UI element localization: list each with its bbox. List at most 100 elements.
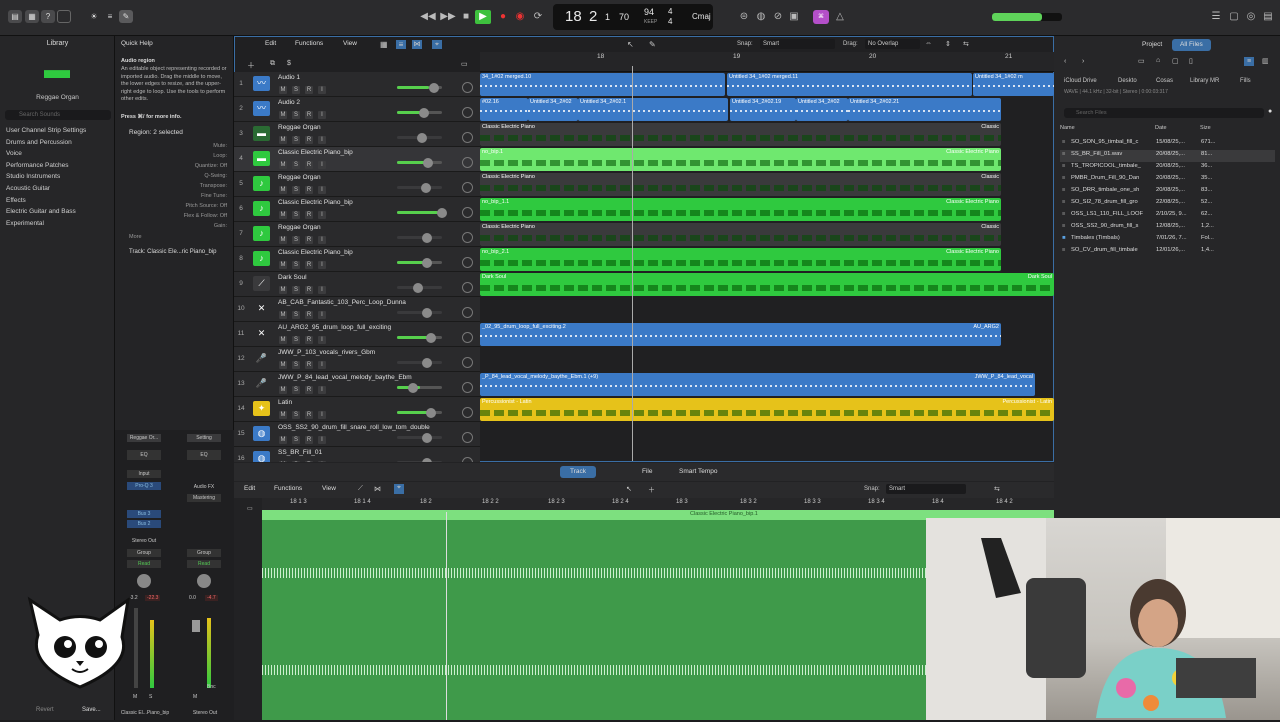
track-header[interactable]: 12 🎤 JWW_P_103_vocals_rivers_Gbm M S R I: [234, 347, 480, 372]
region-param[interactable]: Quantize: Off: [129, 163, 227, 169]
file-row[interactable]: ≡ OSS_SS2_90_drum_fill_s 12/08/25,... 1,2..…: [1060, 222, 1275, 234]
solo-button[interactable]: S: [292, 261, 300, 269]
region[interactable]: _02_95_drum_loop_full_exciting.2 AU_ARG2: [480, 323, 1001, 346]
region[interactable]: Classic Electric Piano Classic: [480, 223, 1001, 246]
loop-browser-icon[interactable]: ◎: [1243, 10, 1259, 24]
mute-button[interactable]: M: [279, 336, 287, 344]
track-lane[interactable]: no_bip_2.1 Classic Electric Piano: [480, 247, 1054, 272]
pan-knob[interactable]: [462, 232, 473, 243]
list-editors-icon[interactable]: ☰: [1208, 10, 1224, 24]
horizontal-zoom-icon[interactable]: ⇆: [963, 40, 969, 48]
vertical-zoom-icon[interactable]: ⇕: [945, 40, 951, 48]
grid-icon[interactable]: ▦: [380, 40, 390, 49]
volume-knob[interactable]: [422, 358, 433, 368]
region-param[interactable]: Mute:: [129, 143, 227, 149]
volume-knob[interactable]: [418, 108, 429, 118]
region[interactable]: Untitled 34_1#02 merged.11: [727, 73, 972, 96]
input-monitor-button[interactable]: I: [318, 286, 326, 294]
editor-zoom-icon[interactable]: ⇆: [994, 485, 1000, 493]
editor-ruler[interactable]: 18 1 3 18 1 4 18 2 18 2 2 18 2 3 18 2 4 18 3 18…: [262, 498, 1054, 510]
solo-button[interactable]: S: [292, 136, 300, 144]
track-options-icon[interactable]: ⧉: [270, 60, 275, 68]
clear-search-icon[interactable]: ●: [1268, 108, 1272, 115]
region[interactable]: no_bip_1.1 Classic Electric Piano: [480, 198, 1001, 221]
input-monitor-button[interactable]: I: [318, 136, 326, 144]
library-category[interactable]: Drums and Percussion: [6, 139, 72, 146]
volume-fader[interactable]: [397, 436, 442, 439]
solo-button[interactable]: S: [292, 336, 300, 344]
column-view-icon[interactable]: ▥: [1262, 57, 1269, 65]
editor-snap-icon[interactable]: ⌖: [394, 484, 404, 494]
flex-icon[interactable]: ⋈: [412, 40, 422, 49]
file-row[interactable]: ■ Timbales (Timbals) 7/01/26, 7... Fol...: [1060, 234, 1275, 246]
file-row[interactable]: ≡ SO_SI2_78_drum_fill_gro 22/08/25,... 52..…: [1060, 198, 1275, 210]
metronome-count-icon[interactable]: ⌘: [813, 10, 829, 24]
pan-knob[interactable]: [462, 432, 473, 443]
input-monitor-button[interactable]: I: [318, 361, 326, 369]
library-category[interactable]: Performance Patches: [6, 162, 69, 169]
add-track-icon[interactable]: ＋: [247, 60, 255, 71]
solo-button[interactable]: S: [292, 411, 300, 419]
tab-smart-tempo[interactable]: Smart Tempo: [669, 466, 728, 478]
pan-knob[interactable]: [462, 182, 473, 193]
volume-fader[interactable]: [397, 186, 442, 189]
solo-button[interactable]: S: [292, 386, 300, 394]
mute-button[interactable]: M: [279, 236, 287, 244]
region-param[interactable]: Pitch Source: Off: [129, 203, 227, 209]
region-param[interactable]: Transpose:: [129, 183, 227, 189]
region-param[interactable]: Q-Swing:: [129, 173, 227, 179]
region[interactable]: Percussionist - Latin Percussionist - Lat…: [480, 398, 1054, 421]
toolbar-icon[interactable]: [57, 10, 71, 23]
track-header[interactable]: 8 ♪ Classic Electric Piano_bip M S R I: [234, 247, 480, 272]
mute-button[interactable]: M: [279, 436, 287, 444]
editor-playhead[interactable]: [446, 512, 447, 720]
pan-knob[interactable]: [462, 382, 473, 393]
col-name[interactable]: Name: [1060, 125, 1075, 131]
strip2-setting[interactable]: Setting: [187, 434, 221, 442]
record-enable-button[interactable]: R: [305, 236, 313, 244]
record-enable-button[interactable]: R: [305, 286, 313, 294]
track-lane[interactable]: [480, 297, 1054, 322]
track-name[interactable]: Classic Electric Piano_bip: [278, 149, 353, 156]
track-lane[interactable]: 34_1#02 merged.10 Untitled 34_1#02 merged…: [480, 72, 1054, 97]
tracks-functions-menu[interactable]: Functions: [295, 40, 323, 47]
mute-button[interactable]: M: [279, 211, 287, 219]
file-row[interactable]: ≡ OSS_LS1_110_FILL_LOOF 2/10/25, 9... 62...: [1060, 210, 1275, 222]
track-name[interactable]: Reggae Organ: [278, 224, 321, 231]
file-row[interactable]: ≡ TS_TROPICOOL_timbale_ 20/08/25,... 36...: [1060, 162, 1275, 174]
editor-view-menu[interactable]: View: [322, 485, 336, 492]
editors-icon[interactable]: ✎: [119, 10, 133, 23]
input-monitor-button[interactable]: I: [318, 211, 326, 219]
strip2-pan-knob[interactable]: [197, 574, 211, 588]
strip1-bus3[interactable]: Bus 3: [127, 510, 161, 518]
volume-knob[interactable]: [413, 283, 424, 293]
strip1-solo[interactable]: S: [149, 694, 152, 700]
track-header[interactable]: 6 ♪ Classic Electric Piano_bip M S R I: [234, 197, 480, 222]
track-header[interactable]: 4 ▬ Classic Electric Piano_bip M S R I: [234, 147, 480, 172]
strip1-plugin[interactable]: Pro-Q 3: [127, 482, 161, 490]
solo-button[interactable]: S: [292, 286, 300, 294]
track-lane[interactable]: _02_95_drum_loop_full_exciting.2 AU_ARG2: [480, 322, 1054, 347]
track-name[interactable]: Classic Electric Piano_bip: [278, 249, 353, 256]
cycle-button[interactable]: ⟳: [530, 10, 546, 24]
volume-fader[interactable]: [397, 311, 442, 314]
play-button[interactable]: ▶: [475, 10, 491, 24]
capture-record-button[interactable]: ◉: [512, 10, 528, 24]
record-enable-button[interactable]: R: [305, 261, 313, 269]
record-enable-button[interactable]: R: [305, 86, 313, 94]
volume-knob[interactable]: [407, 383, 418, 393]
input-monitor-button[interactable]: I: [318, 336, 326, 344]
region-header[interactable]: Region: 2 selected: [129, 129, 183, 136]
track-header[interactable]: 7 ♪ Reggae Organ M S R I: [234, 222, 480, 247]
volume-fader[interactable]: [397, 361, 442, 364]
file-row[interactable]: ≡ SO_CV_drum_fill_timbale 12/01/26,... 1,4.…: [1060, 246, 1275, 258]
editor-edit-menu[interactable]: Edit: [244, 485, 255, 492]
input-monitor-button[interactable]: I: [318, 111, 326, 119]
volume-knob[interactable]: [422, 158, 433, 168]
flex-toggle-icon[interactable]: $: [287, 60, 291, 67]
file-row[interactable]: ≡ SS_BR_Fill_01.wav 20/08/25,... 81...: [1060, 150, 1275, 162]
tracks-edit-menu[interactable]: Edit: [265, 40, 276, 47]
region[interactable]: Untitled 34_2#02.21: [848, 98, 1001, 121]
pencil-tool-icon[interactable]: ✎: [649, 40, 656, 49]
playhead[interactable]: [632, 66, 633, 461]
